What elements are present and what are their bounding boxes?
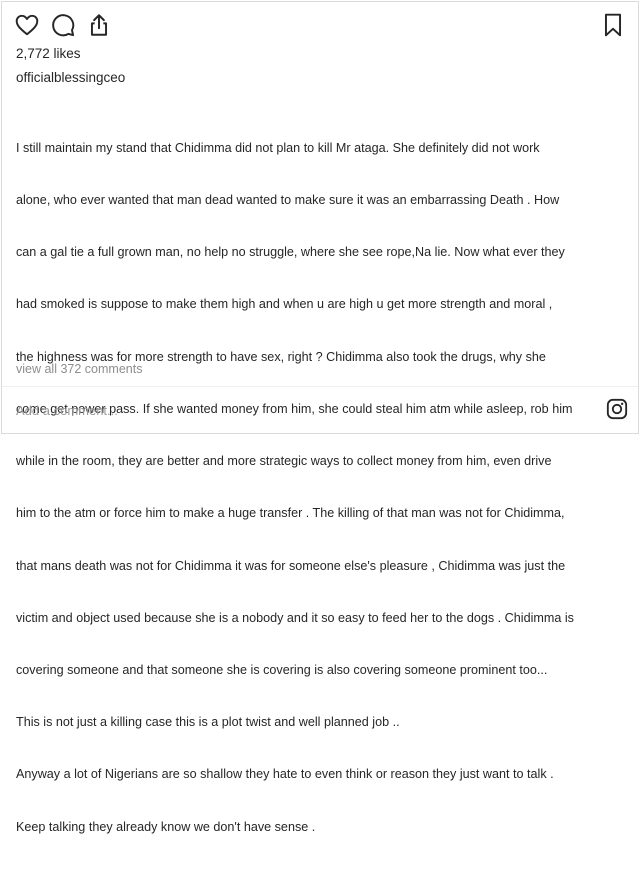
caption-line: I still maintain my stand that Chidimma …	[16, 140, 540, 155]
share-icon	[90, 14, 108, 36]
view-all-comments-link[interactable]: view all 372 comments	[16, 362, 142, 376]
caption-line: victim and object used because she is a …	[16, 610, 574, 625]
caption-line: while in the room, they are better and m…	[16, 454, 552, 469]
comment-icon	[52, 14, 75, 37]
like-button[interactable]	[12, 10, 42, 40]
post-caption: I still maintain my stand that Chidimma …	[16, 105, 636, 870]
like-count[interactable]: 2,772 likes	[16, 46, 81, 61]
divider	[2, 386, 638, 387]
caption-line: can a gal tie a full grown man, no help …	[16, 245, 565, 260]
post-author-username[interactable]: officialblessingceo	[16, 70, 125, 85]
add-comment-input[interactable]	[16, 398, 576, 422]
comment-button[interactable]	[48, 10, 78, 40]
post-actions	[12, 10, 628, 42]
post-card: 2,772 likes officialblessingceo I still …	[1, 1, 639, 834]
caption-line: had smoked is suppose to make them high …	[16, 297, 553, 312]
caption-line: This is not just a killing case this is …	[16, 715, 400, 730]
caption-line: Anyway a lot of Nigerians are so shallow…	[16, 767, 554, 782]
caption-line: alone, who ever wanted that man dead wan…	[16, 193, 560, 208]
save-button[interactable]	[598, 10, 628, 40]
share-button[interactable]	[84, 10, 114, 40]
caption-line: Keep talking they already know we don't …	[16, 819, 316, 834]
instagram-icon[interactable]	[606, 398, 628, 420]
caption-line: him to the atm or force him to make a hu…	[16, 506, 565, 521]
caption-line: covering someone and that someone she is…	[16, 663, 548, 677]
caption-line: that mans death was not for Chidimma it …	[16, 558, 566, 573]
bookmark-icon	[604, 13, 622, 37]
heart-icon	[15, 14, 39, 36]
